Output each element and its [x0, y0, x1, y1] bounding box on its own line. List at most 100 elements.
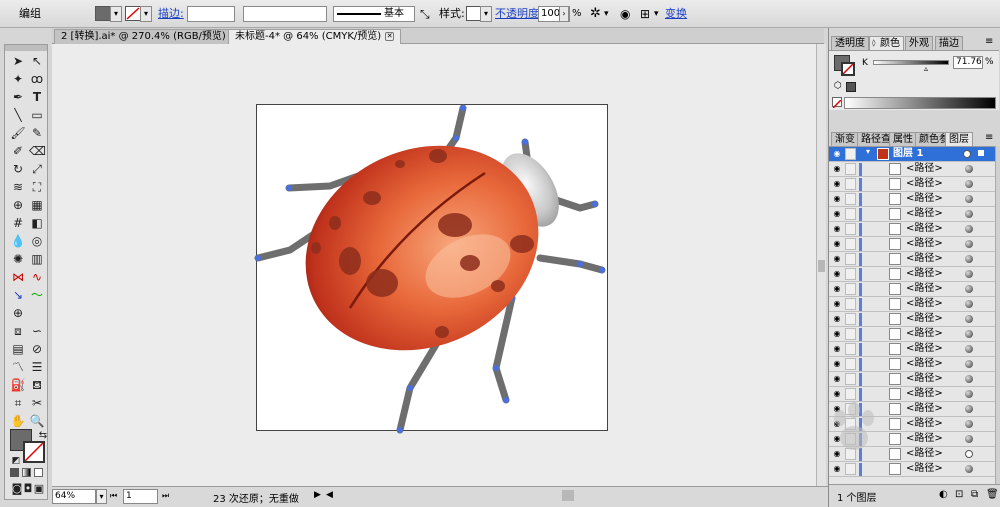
stroke-link[interactable]: 描边: [158, 5, 184, 23]
new-layer-icon[interactable]: ⧉ [971, 489, 978, 500]
layer-row[interactable]: ◉ <路径> [829, 312, 995, 327]
scroll-left-icon[interactable]: ◀ [326, 490, 333, 500]
lock-toggle[interactable] [845, 268, 856, 280]
line-tool-icon[interactable]: ╲ [10, 107, 26, 123]
shape-builder-tool-icon[interactable]: ⊕ [10, 197, 26, 213]
fill-swatch[interactable] [95, 6, 111, 21]
path-name[interactable]: <路径> [906, 162, 943, 176]
last-artboard-icon[interactable]: ⏭ [162, 491, 169, 501]
tab-layers[interactable]: 图层 [945, 132, 973, 146]
eye-icon[interactable]: ◉ [832, 195, 842, 203]
arrange-icon[interactable]: ⤡ [420, 5, 430, 23]
slice-tool-icon[interactable]: ▤ [10, 341, 26, 357]
eye-icon[interactable]: ◉ [832, 240, 842, 248]
variable-width-dropdown[interactable] [243, 6, 327, 22]
free-transform-tool-icon[interactable]: ⛶ [29, 179, 45, 195]
target-icon[interactable] [965, 255, 973, 263]
vertical-scrollbar[interactable] [816, 44, 826, 486]
crosshair-tool-icon[interactable]: ⊕ [10, 305, 26, 321]
k-slider-track[interactable] [873, 60, 949, 65]
layer-row-top[interactable]: ◉ ▾ 图层 1 [829, 147, 995, 162]
layer-row[interactable]: ◉ <路径> [829, 372, 995, 387]
stroke-color-box[interactable] [23, 441, 45, 463]
lock-toggle[interactable] [845, 298, 856, 310]
column-graph-tool-icon[interactable]: ▥ [29, 251, 45, 267]
last-color-swatch[interactable] [846, 82, 856, 92]
path-name[interactable]: <路径> [906, 267, 943, 281]
target-icon[interactable] [965, 285, 973, 293]
target-icon[interactable] [965, 465, 973, 473]
eye-icon[interactable]: ◉ [832, 255, 842, 263]
path-name[interactable]: <路径> [906, 327, 943, 341]
ladybug-artwork[interactable] [250, 98, 614, 438]
tab-stroke[interactable]: 描边 [935, 36, 963, 50]
k-slider-handle-icon[interactable]: ▵ [924, 64, 928, 73]
isolate-icon[interactable]: ◉ [620, 5, 630, 23]
status-menu-arrow-icon[interactable]: ▶ [314, 490, 321, 500]
screen-mode-icon[interactable]: ▣ [31, 481, 47, 497]
horizontal-scroll-thumb[interactable] [562, 490, 574, 501]
selection-tool-icon[interactable]: ➤ [10, 53, 26, 69]
panel-menu-icon[interactable]: ≡ [985, 36, 993, 47]
target-icon[interactable] [965, 330, 973, 338]
lock-toggle[interactable] [845, 148, 856, 160]
opacity-link[interactable]: 不透明度: [495, 5, 543, 23]
target-icon[interactable] [965, 180, 973, 188]
create-sublayer-icon[interactable]: ⊡ [955, 489, 963, 500]
align-dropdown-arrow[interactable]: ▾ [654, 5, 659, 23]
path-name[interactable]: <路径> [906, 387, 943, 401]
layer-row[interactable]: ◉ <路径> [829, 252, 995, 267]
k-value-input[interactable]: 71.76 [953, 56, 983, 69]
target-icon[interactable] [963, 150, 971, 158]
layer-row[interactable]: ◉ <路径> [829, 192, 995, 207]
path-name[interactable]: <路径> [906, 357, 943, 371]
eye-icon[interactable]: ◉ [832, 360, 842, 368]
lock-toggle[interactable] [845, 373, 856, 385]
target-icon[interactable] [965, 345, 973, 353]
make-clipping-mask-icon[interactable]: ◐ [939, 489, 948, 500]
eye-icon[interactable]: ◉ [832, 375, 842, 383]
path-name[interactable]: <路径> [906, 282, 943, 296]
delete-layer-icon[interactable]: 🗑 [986, 489, 999, 500]
swap-colors-icon[interactable]: ⇆ [35, 428, 51, 444]
slice-select-tool-icon[interactable]: ⊘ [29, 341, 45, 357]
pen-tool-icon[interactable]: ✒ [10, 89, 26, 105]
artboard-number-input[interactable]: 1 [123, 489, 158, 504]
layer-row[interactable]: ◉ <路径> [829, 237, 995, 252]
scale-tool-icon[interactable]: ⤢ [29, 161, 45, 177]
recolor-icon[interactable]: ✲ [590, 5, 601, 23]
layer-row[interactable]: ◉ <路径> [829, 357, 995, 372]
target-icon[interactable] [965, 195, 973, 203]
close-icon[interactable]: ✕ [385, 31, 395, 41]
layer-name[interactable]: 图层 1 [893, 147, 923, 161]
width-tool-icon[interactable]: ⋈ [10, 269, 26, 285]
tab-gradient[interactable]: 渐变 [831, 132, 859, 146]
none-color-swatch[interactable] [832, 97, 842, 109]
path-name[interactable]: <路径> [906, 177, 943, 191]
layer-row[interactable]: ◉ <路径> [829, 327, 995, 342]
layers-scrollbar[interactable] [995, 146, 1000, 484]
symbol-sprayer-tool-icon[interactable]: ✺ [10, 251, 26, 267]
fill-dropdown[interactable]: ▾ [110, 6, 122, 22]
lock-toggle[interactable] [845, 163, 856, 175]
direct-selection-tool-icon[interactable]: ↖ [29, 53, 45, 69]
lock-toggle[interactable] [845, 193, 856, 205]
path-name[interactable]: <路径> [906, 222, 943, 236]
path-name[interactable]: <路径> [906, 192, 943, 206]
smooth-tool-icon[interactable]: 〜 [29, 287, 45, 303]
layer-row[interactable]: ◉ <路径> [829, 222, 995, 237]
vertical-scroll-thumb[interactable] [818, 260, 825, 272]
rectangle-tool-icon[interactable]: ▭ [29, 107, 45, 123]
tools-panel-grip[interactable] [5, 45, 47, 51]
rotate-tool-icon[interactable]: ↻ [10, 161, 26, 177]
lock-toggle[interactable] [845, 208, 856, 220]
recolor-dropdown-arrow[interactable]: ▾ [604, 5, 609, 23]
layer-row[interactable]: ◉ <路径> [829, 177, 995, 192]
doc-tab-1[interactable]: 2 [转换].ai* @ 270.4% (RGB/预览)✕ [54, 29, 246, 44]
transform-link[interactable]: 变换 [665, 5, 687, 23]
tab-attributes[interactable]: 属性 [889, 132, 917, 146]
tab-transparency[interactable]: 透明度 [831, 36, 869, 50]
chart-line-tool-icon[interactable]: 〽 [10, 359, 26, 375]
color-stroke-swatch[interactable] [841, 62, 855, 76]
lasso-tool-icon[interactable]: ꝏ [29, 71, 45, 87]
